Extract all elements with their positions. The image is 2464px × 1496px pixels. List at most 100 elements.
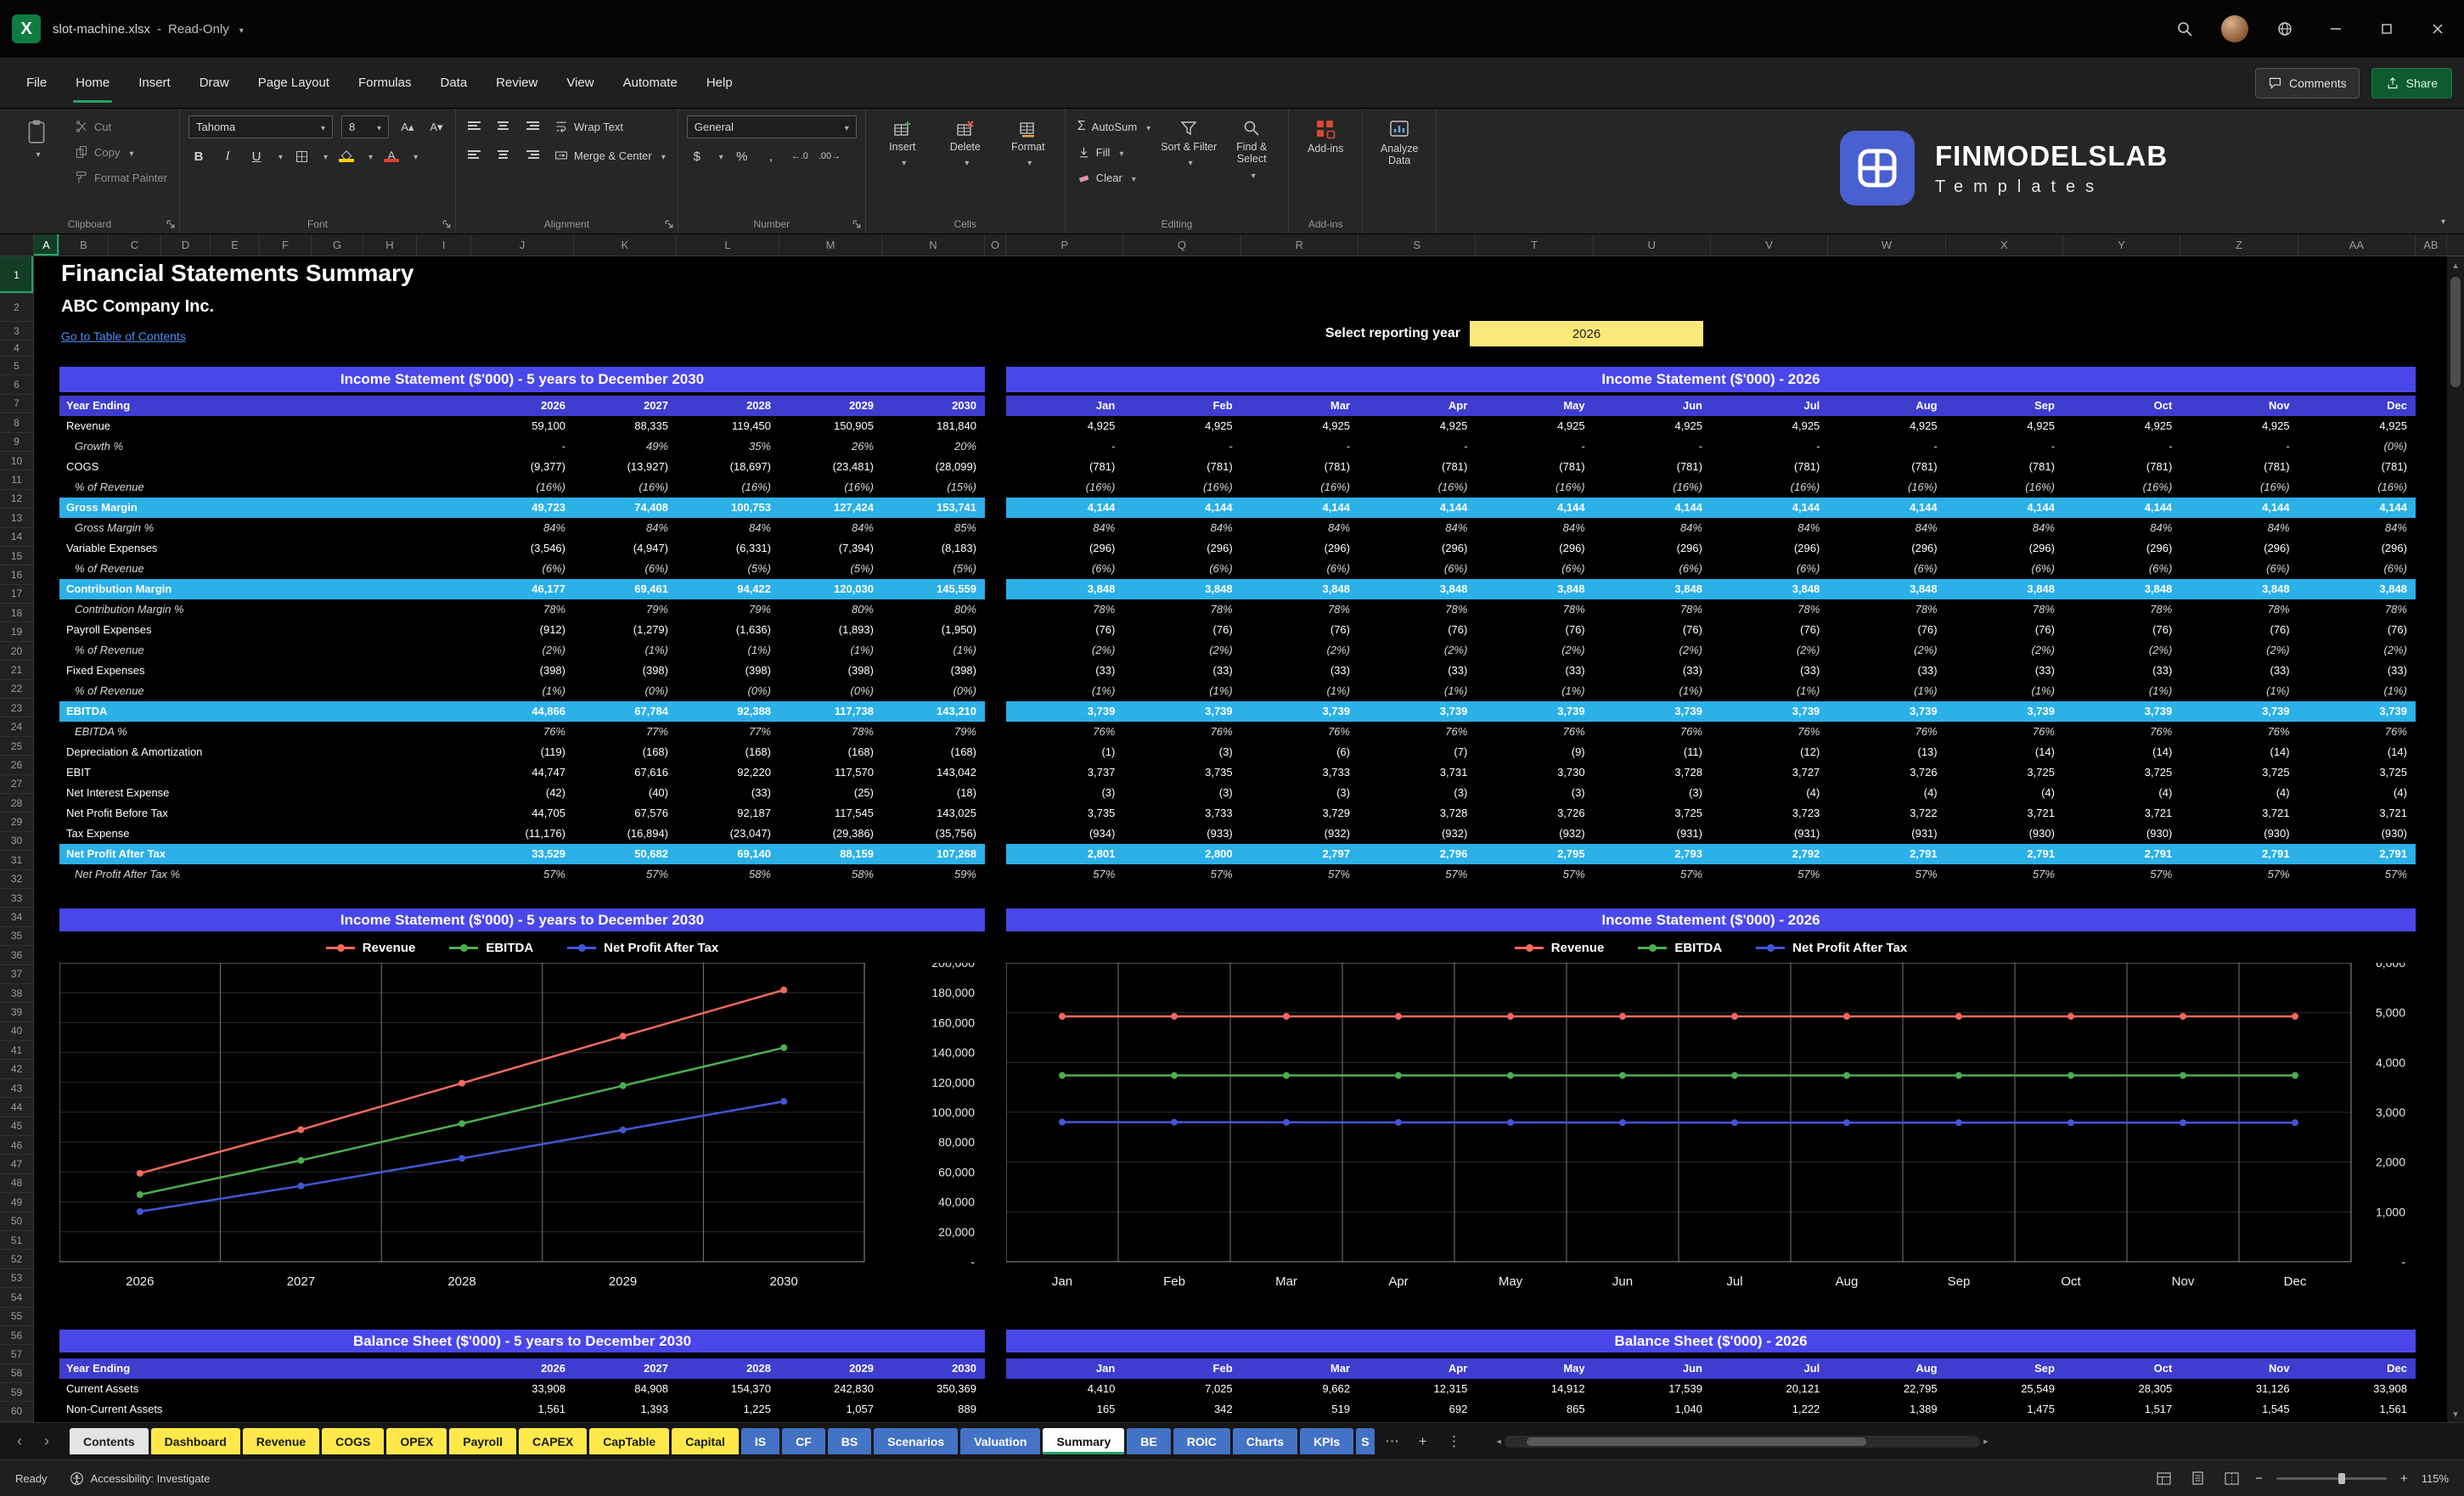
cell[interactable]: 4,144 — [1241, 498, 1359, 518]
cell[interactable]: (15%) — [882, 477, 985, 498]
cell[interactable]: (33) — [1594, 661, 1711, 681]
cell[interactable]: 3,739 — [1006, 701, 1123, 722]
cell[interactable]: COGS — [59, 457, 471, 477]
cell[interactable]: (76) — [1241, 620, 1359, 640]
fill-button[interactable]: Fill — [1074, 141, 1154, 163]
cell[interactable]: (781) — [1123, 457, 1240, 477]
row-header-48[interactable]: 48 — [0, 1174, 33, 1194]
clear-button[interactable]: Clear — [1074, 166, 1154, 188]
cell[interactable]: 4,410 — [1006, 1379, 1123, 1399]
cell[interactable]: (931) — [1711, 824, 1828, 844]
cell[interactable]: 79% — [677, 599, 779, 620]
column-header-J[interactable]: J — [471, 234, 574, 256]
cell[interactable]: (3) — [1594, 783, 1711, 803]
cell[interactable]: (781) — [1594, 457, 1711, 477]
cell[interactable]: (76) — [1006, 620, 1123, 640]
row-header-35[interactable]: 35 — [0, 927, 33, 947]
row-header-37[interactable]: 37 — [0, 965, 33, 984]
cell[interactable]: 3,723 — [1711, 803, 1828, 824]
row-header-12[interactable]: 12 — [0, 490, 33, 509]
row-header-31[interactable]: 31 — [0, 851, 33, 870]
cell[interactable]: (930) — [2063, 824, 2180, 844]
cell[interactable]: 22,795 — [1828, 1379, 1945, 1399]
cell[interactable]: 84% — [2180, 518, 2298, 538]
cell[interactable]: 2,791 — [2298, 844, 2416, 864]
sheet-tab-is[interactable]: IS — [740, 1428, 780, 1454]
cell[interactable]: Jun — [1594, 1358, 1711, 1379]
cell[interactable]: (16%) — [2180, 477, 2298, 498]
cell[interactable]: (296) — [1946, 538, 2063, 559]
cell[interactable]: 117,570 — [779, 762, 882, 783]
cell[interactable]: 84% — [677, 518, 779, 538]
cell[interactable]: 57% — [2298, 864, 2416, 885]
cell[interactable]: (296) — [1241, 538, 1359, 559]
cell[interactable]: 1,545 — [2180, 1399, 2298, 1420]
menu-review[interactable]: Review — [481, 58, 552, 108]
cell[interactable]: 4,925 — [1006, 416, 1123, 436]
collapse-ribbon-icon[interactable] — [2438, 213, 2445, 228]
cell[interactable]: 4,925 — [2180, 416, 2298, 436]
sheet-tab-payroll[interactable]: Payroll — [449, 1428, 516, 1454]
cell[interactable]: (781) — [1476, 457, 1593, 477]
align-center-button[interactable] — [493, 144, 514, 166]
cell[interactable]: (16%) — [1594, 477, 1711, 498]
cell[interactable]: 67,784 — [574, 701, 677, 722]
cell[interactable]: (1%) — [677, 640, 779, 661]
cell[interactable]: (1%) — [1006, 681, 1123, 701]
column-header-P[interactable]: P — [1006, 234, 1124, 256]
cell[interactable]: 25,549 — [1946, 1379, 2063, 1399]
cell[interactable]: 84% — [2063, 518, 2180, 538]
row-header-60[interactable]: 60 — [0, 1402, 33, 1421]
currency-format-button[interactable]: $ — [687, 145, 707, 167]
cell[interactable]: 76% — [1594, 722, 1711, 742]
cell[interactable]: 57% — [1359, 864, 1476, 885]
cell[interactable]: 3,721 — [2063, 803, 2180, 824]
cell[interactable]: (1%) — [1828, 681, 1945, 701]
row-header-9[interactable]: 9 — [0, 433, 33, 452]
cell[interactable]: 84% — [2298, 518, 2416, 538]
cell[interactable]: 78% — [1476, 599, 1593, 620]
cell[interactable]: Nov — [2180, 396, 2298, 416]
cell[interactable]: 3,739 — [1476, 701, 1593, 722]
cell[interactable]: Sep — [1946, 1358, 2063, 1379]
analyze-data-button[interactable]: Analyze Data — [1371, 115, 1427, 167]
column-header-N[interactable]: N — [882, 234, 985, 256]
cell[interactable]: (3,546) — [471, 538, 574, 559]
cell[interactable]: Net Interest Expense — [59, 783, 471, 803]
menu-home[interactable]: Home — [61, 58, 124, 108]
cell[interactable]: 150,905 — [779, 416, 882, 436]
cell[interactable]: 4,144 — [2063, 498, 2180, 518]
cell[interactable]: 3,739 — [2063, 701, 2180, 722]
cell[interactable]: (6%) — [1006, 559, 1123, 579]
cell[interactable]: (76) — [1946, 620, 2063, 640]
cell[interactable]: - — [1828, 436, 1945, 457]
cell[interactable]: (931) — [1594, 824, 1711, 844]
menu-page-layout[interactable]: Page Layout — [244, 58, 344, 108]
cell[interactable]: (296) — [2298, 538, 2416, 559]
cell[interactable]: (16%) — [2063, 477, 2180, 498]
cell[interactable]: 3,726 — [1476, 803, 1593, 824]
cell[interactable]: (4) — [1946, 783, 2063, 803]
cell[interactable]: (934) — [1006, 824, 1123, 844]
copy-button[interactable]: Copy — [71, 141, 171, 163]
cell[interactable]: Feb — [1123, 1358, 1240, 1379]
comments-button[interactable]: Comments — [2254, 67, 2360, 98]
row-header-46[interactable]: 46 — [0, 1136, 33, 1156]
minimize-button[interactable] — [2321, 14, 2350, 43]
column-header-V[interactable]: V — [1711, 234, 1829, 256]
cell[interactable]: 2029 — [779, 396, 882, 416]
cell[interactable]: 78% — [2298, 599, 2416, 620]
menu-insert[interactable]: Insert — [124, 58, 185, 108]
cell[interactable]: (33) — [1828, 661, 1945, 681]
cell[interactable]: (1%) — [1946, 681, 2063, 701]
cell[interactable]: (2%) — [1828, 640, 1945, 661]
cell[interactable]: 4,144 — [1476, 498, 1593, 518]
cell[interactable]: (11) — [1594, 742, 1711, 762]
cell[interactable]: (33) — [2298, 661, 2416, 681]
cell[interactable]: (6%) — [1828, 559, 1945, 579]
cell[interactable]: May — [1476, 1358, 1593, 1379]
number-format-select[interactable]: General — [686, 115, 857, 138]
cell[interactable]: 78% — [1123, 599, 1240, 620]
cell[interactable]: 88,159 — [779, 844, 882, 864]
align-top-button[interactable] — [464, 115, 485, 138]
